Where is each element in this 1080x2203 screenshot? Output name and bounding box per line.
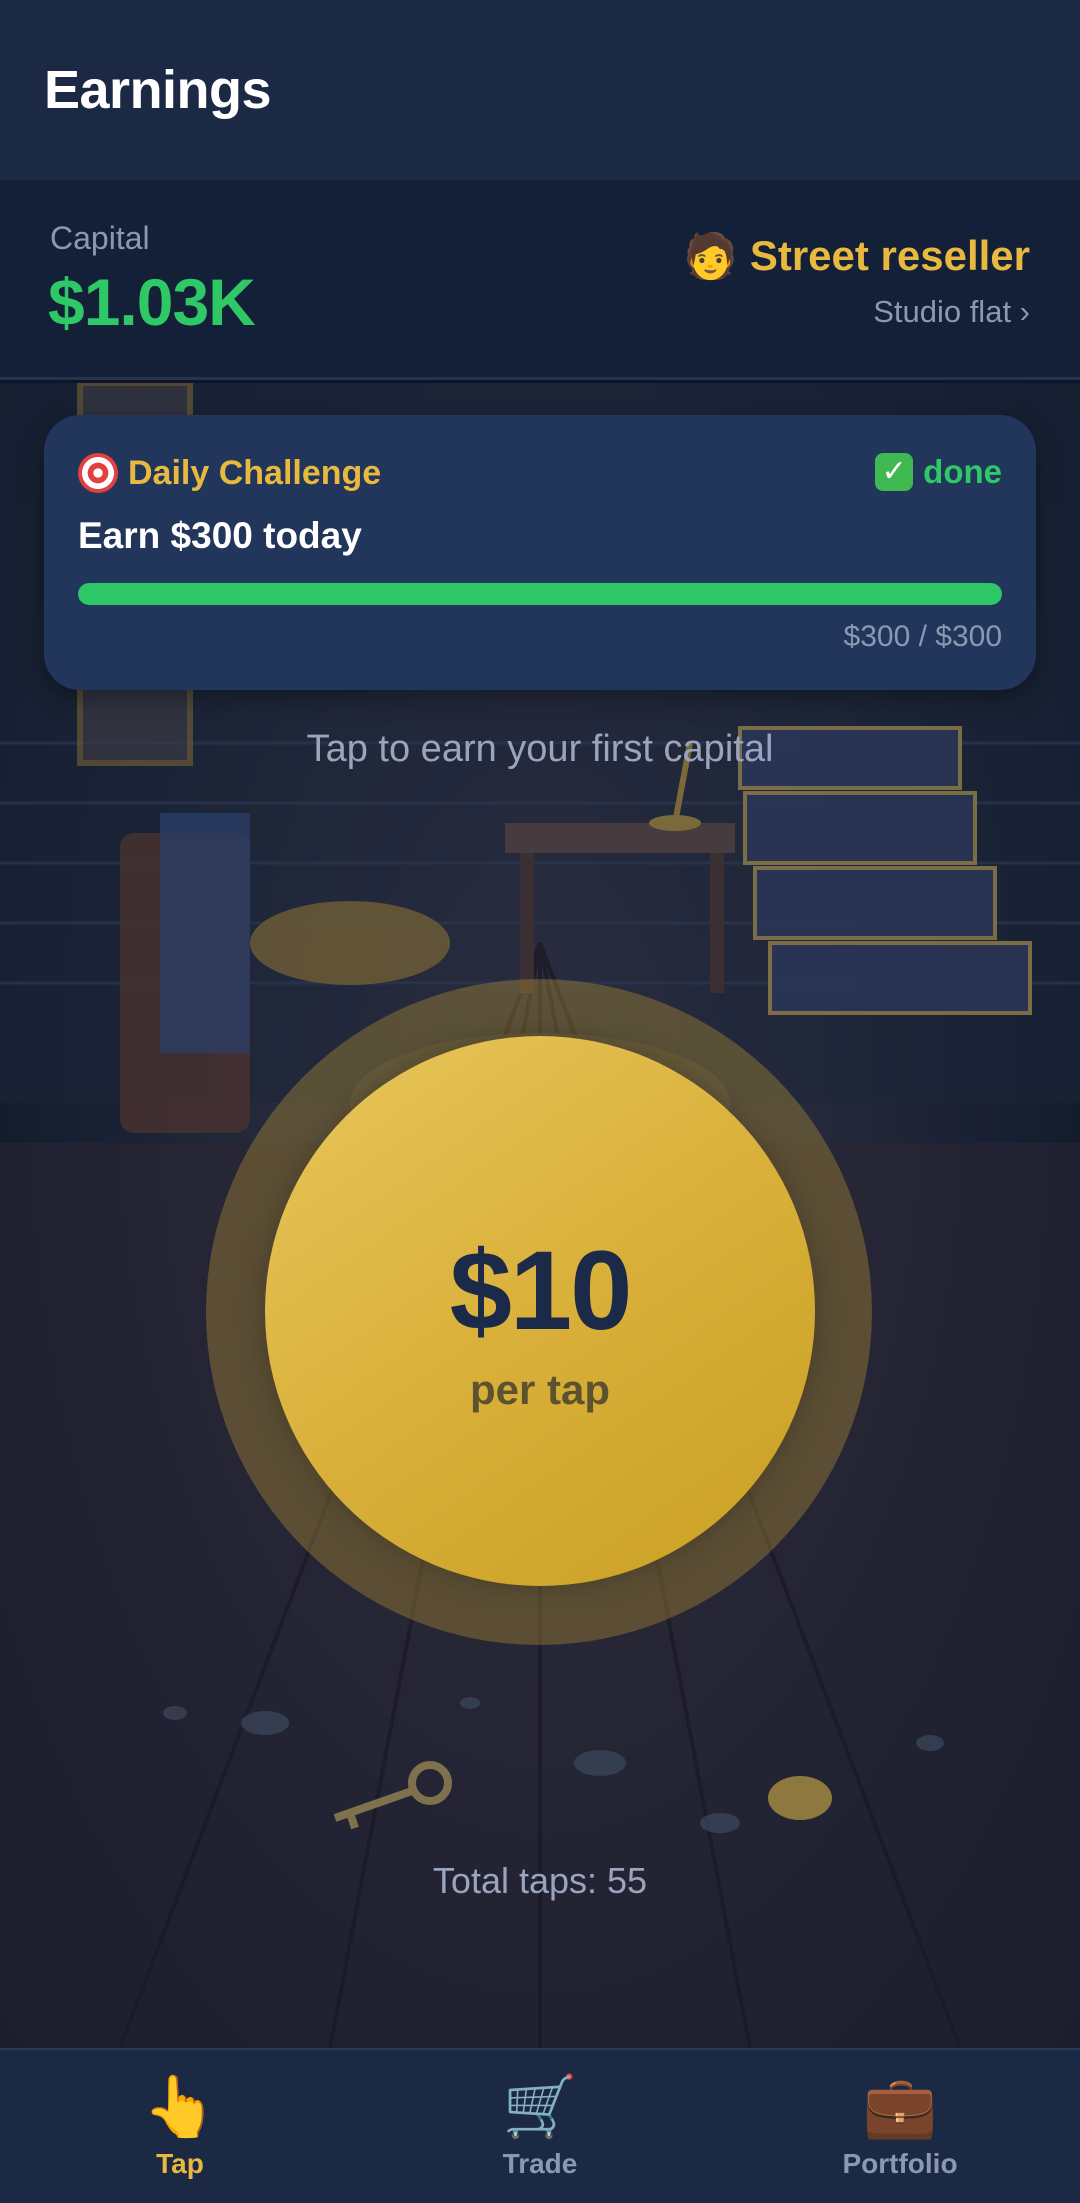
challenge-status-label: done [923,453,1002,490]
tap-amount: $10 [449,1228,633,1353]
app-header: Earnings [0,0,1080,180]
nav-portfolio[interactable]: 💼 Portfolio [720,2050,1080,2203]
bottom-nav: 👆 Tap 🛒 Trade 💼 Portfolio [0,2048,1080,2203]
capital-value: $1.03K [48,265,256,339]
pointing-hand-icon: 👆 [142,2073,218,2140]
challenge-title: Daily Challenge [78,453,381,493]
challenge-progress-text: $300 / $300 [843,620,1002,653]
target-icon [78,453,118,493]
rank-title-label: Street reseller [749,232,1030,279]
shopping-cart-icon: 🛒 [502,2073,578,2140]
tap-coin-button[interactable]: $10 per tap [265,1036,815,1586]
capital-label: Capital [50,220,150,256]
check-icon: ✓ [875,453,914,491]
challenge-progress-bar [78,583,1002,605]
daily-challenge-card[interactable]: Daily Challenge ✓ done Earn $300 today $… [44,415,1036,690]
earnings-screen: Earnings Capital $1.03K 🧑 Street reselle… [0,0,1080,2203]
challenge-status: ✓ done [875,453,1002,491]
challenge-progress-fill [78,583,1002,605]
nav-trade-label: Trade [502,2148,578,2179]
property-link[interactable]: Studio flat › [683,294,1030,330]
page-title: Earnings [44,60,272,120]
nav-tap[interactable]: 👆 Tap [0,2050,360,2203]
nav-trade[interactable]: 🛒 Trade [360,2050,720,2203]
challenge-goal: Earn $300 today [78,515,362,556]
rank-title: 🧑 Street reseller [683,230,1030,282]
capital-bar: Capital $1.03K 🧑 Street reseller Studio … [0,180,1080,380]
tap-unit: per tap [469,1366,611,1413]
person-icon: 🧑 [683,232,738,281]
nav-tap-label: Tap [156,2148,204,2179]
challenge-title-label: Daily Challenge [128,453,382,492]
briefcase-icon: 💼 [862,2073,938,2140]
nav-portfolio-label: Portfolio [842,2148,958,2179]
tap-hint: Tap to earn your first capital [306,728,774,770]
total-taps: Total taps: 55 [432,1860,648,1901]
rank-info[interactable]: 🧑 Street reseller Studio flat › [683,230,1030,330]
